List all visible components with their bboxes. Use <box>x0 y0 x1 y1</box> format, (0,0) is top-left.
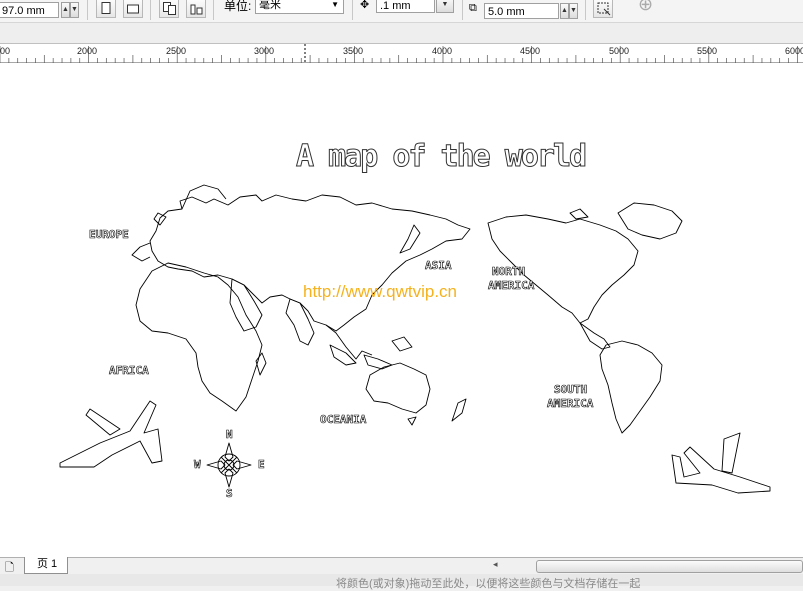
africa-outline <box>135 262 263 412</box>
map-title[interactable]: A map of the world <box>295 139 587 175</box>
landscape-button[interactable] <box>123 0 143 18</box>
compass-e: E <box>258 458 265 471</box>
ruler-label: 3500 <box>343 46 364 56</box>
toolbar-separator <box>462 0 463 20</box>
units-label: 单位: <box>224 0 252 13</box>
nudge-distance-field[interactable]: .1 mm <box>376 0 435 13</box>
color-docker-hint-bar[interactable]: 将颜色(或对象)拖动至此处，以便将这些颜色与文档存储在一起 <box>0 574 803 590</box>
ruler-label: 5000 <box>609 46 630 56</box>
toolbar-separator <box>87 0 88 20</box>
units-value: 毫米 <box>259 0 281 11</box>
south-america-label: SOUTH <box>554 383 587 396</box>
north-america-label-line2: AMERICA <box>488 279 535 292</box>
add-icon[interactable]: ⊕ <box>638 0 653 15</box>
asia-label: ASIA <box>425 259 452 272</box>
ruler-label: 3000 <box>254 46 275 56</box>
duplicate-distance-icon: ⧉ <box>469 2 477 14</box>
page-navigation-bar: 🗋 页 1 ◂ <box>0 557 803 575</box>
india-outline <box>285 298 315 346</box>
indonesia-3 <box>391 336 413 352</box>
toolbar-band <box>0 23 803 43</box>
south-america-outline <box>599 340 663 434</box>
toolbar-separator <box>150 0 151 20</box>
south-america-label-line2: AMERICA <box>547 397 594 410</box>
compass-n: N <box>226 428 233 441</box>
watermark-text: http://www.qwtvip.cn <box>303 282 458 301</box>
europe-label: EUROPE <box>89 228 129 241</box>
tasmania-outline <box>407 416 417 426</box>
north-america-label: NORTH <box>492 265 525 278</box>
scandinavia-outline <box>181 184 227 210</box>
object-height-field[interactable]: 97.0 mm <box>0 2 59 18</box>
portrait-button[interactable] <box>96 0 116 18</box>
portrait-icon <box>101 2 111 14</box>
color-docker-hint: 将颜色(或对象)拖动至此处，以便将这些颜色与文档存储在一起 <box>336 578 641 590</box>
world-map-drawing[interactable]: EUROPE ASIA NORTH AMERICA AFRICA OCEANIA… <box>0 63 803 557</box>
new-zealand-outline <box>451 398 467 422</box>
australia-outline <box>365 362 431 414</box>
africa-label: AFRICA <box>109 364 149 377</box>
horizontal-ruler[interactable]: 00 2000 2500 3000 3500 4000 4500 5000 55… <box>0 43 803 63</box>
airplane-right-wing <box>721 432 741 474</box>
drawing-canvas[interactable]: EUROPE ASIA NORTH AMERICA AFRICA OCEANIA… <box>0 63 803 557</box>
ruler-label: 6000 <box>785 46 803 56</box>
duplicate-distance-field[interactable]: 5.0 mm <box>484 3 559 19</box>
units-select[interactable]: 毫米 ▼ <box>255 0 344 14</box>
nudge-spinner[interactable]: ▼ <box>436 0 454 13</box>
toolbar-separator <box>585 0 586 20</box>
greenland-outline <box>617 202 683 240</box>
options-icon <box>597 2 611 16</box>
toolbar-separator <box>352 0 353 20</box>
height-spinner[interactable]: ▲ ▼ <box>61 2 79 18</box>
all-pages-icon <box>163 2 176 15</box>
options-button[interactable] <box>593 0 613 18</box>
ruler-ticks <box>0 44 798 63</box>
page-tab-1[interactable]: 页 1 <box>24 557 68 574</box>
property-bar: 97.0 mm ▲ ▼ 单位: 毫米 ▼ ✥ .1 mm ▼ ⧉ 5.0 mm ▲ ▼… <box>0 0 803 23</box>
ruler-label: 5500 <box>697 46 718 56</box>
nudge-icon: ✥ <box>360 0 370 11</box>
arctic-islands <box>569 208 589 220</box>
compass-s: S <box>226 487 233 500</box>
ruler-label: 4500 <box>520 46 541 56</box>
eurasia-outline <box>149 194 471 332</box>
chevron-down-icon: ▼ <box>331 0 339 9</box>
ruler-label: 4000 <box>432 46 453 56</box>
airplane-left-wing <box>85 408 121 436</box>
current-page-icon <box>190 4 203 15</box>
duplicate-spinner[interactable]: ▲ ▼ <box>560 3 578 19</box>
oceania-label: OCEANIA <box>320 413 367 426</box>
madagascar-outline <box>255 352 267 376</box>
ruler-label: 00 <box>0 46 11 56</box>
compass-rose <box>206 442 252 488</box>
horizontal-scrollbar[interactable] <box>536 560 803 573</box>
toolbar-separator <box>213 0 214 20</box>
compass-w: W <box>194 458 201 471</box>
japan-outline <box>399 224 421 254</box>
scroll-left-icon[interactable]: ◂ <box>493 559 498 570</box>
indonesia-2 <box>363 354 393 370</box>
europe-peninsula <box>131 242 151 262</box>
current-page-button[interactable] <box>186 0 206 18</box>
ruler-label: 2000 <box>77 46 98 56</box>
landscape-icon <box>127 4 139 14</box>
all-pages-button[interactable] <box>159 0 179 18</box>
airplane-right <box>671 446 771 494</box>
ruler-label: 2500 <box>166 46 187 56</box>
